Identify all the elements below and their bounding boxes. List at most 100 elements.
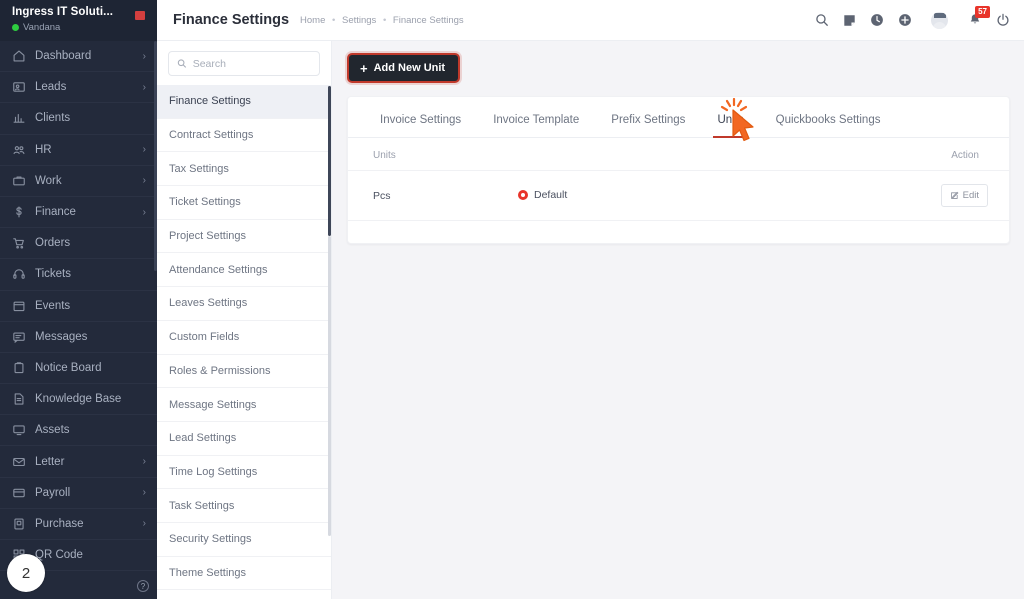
power-icon[interactable]: [996, 13, 1010, 27]
status-badge-label: Default: [534, 188, 568, 201]
sidebar-item-orders[interactable]: Orders: [0, 228, 157, 260]
settings-scrollbar-thumb[interactable]: [327, 86, 331, 236]
breadcrumb-home[interactable]: Home: [300, 15, 325, 26]
sidebar-item-label: Notice Board: [35, 361, 102, 374]
sidebar-item-label: Letter: [35, 455, 65, 468]
sidebar-item-letter[interactable]: Letter ›: [0, 446, 157, 478]
sidebar-item-knowledge-base[interactable]: Knowledge Base: [0, 384, 157, 416]
wallet-icon: [12, 486, 31, 500]
sidebar-item-finance[interactable]: Finance ›: [0, 197, 157, 229]
tab-prefix-settings[interactable]: Prefix Settings: [595, 114, 701, 137]
sidebar-header: Ingress IT Soluti... Vandana: [0, 0, 157, 41]
breadcrumb-separator: •: [382, 14, 387, 26]
tab-quickbooks-settings[interactable]: Quickbooks Settings: [760, 114, 897, 137]
settings-item-project-settings[interactable]: Project Settings: [157, 220, 331, 254]
settings-item-attendance-settings[interactable]: Attendance Settings: [157, 253, 331, 288]
tab-invoice-settings[interactable]: Invoice Settings: [366, 114, 477, 137]
plus-circle-icon[interactable]: [898, 13, 912, 27]
headset-icon: [12, 267, 31, 281]
note-icon[interactable]: [843, 14, 856, 27]
clipboard-icon: [12, 361, 31, 375]
breadcrumb-current: Finance Settings: [392, 14, 464, 26]
sidebar-item-payroll[interactable]: Payroll ›: [0, 478, 157, 509]
settings-item-security-settings[interactable]: Security Settings: [157, 523, 331, 557]
sidebar-item-purchase[interactable]: Purchase ›: [0, 509, 157, 540]
monitor-icon: [12, 423, 31, 437]
settings-item-contract-settings[interactable]: Contract Settings: [157, 119, 331, 153]
status-badge: Default: [518, 189, 567, 201]
home-icon: [12, 49, 31, 63]
settings-item-leaves-settings[interactable]: Leaves Settings: [157, 287, 331, 321]
column-header-action: Action: [723, 138, 1009, 171]
plus-icon: +: [360, 60, 368, 76]
column-header-blank: [518, 138, 724, 171]
sidebar-item-dashboard[interactable]: Dashboard ›: [0, 41, 157, 73]
sidebar-item-label: Assets: [35, 424, 70, 437]
main-sidebar: Ingress IT Soluti... Vandana Dashboard › L…: [0, 0, 157, 599]
settings-scrollbar-track[interactable]: [327, 236, 331, 536]
breadcrumb: Home • Settings • Finance Settings: [298, 15, 466, 26]
sidebar-item-label: Payroll: [35, 486, 71, 499]
sidebar-item-hr[interactable]: HR ›: [0, 135, 157, 166]
units-table: Units Action Pcs Default Edit: [348, 138, 1009, 221]
tab-invoice-template[interactable]: Invoice Template: [477, 114, 595, 137]
add-new-unit-button[interactable]: + Add New Unit: [347, 53, 461, 83]
help-circle-icon[interactable]: ?: [137, 580, 149, 592]
settings-item-task-settings[interactable]: Task Settings: [157, 489, 331, 523]
units-table-head: Units Action: [348, 138, 1009, 171]
sidebar-item-messages[interactable]: Messages: [0, 322, 157, 353]
settings-item-roles-permissions[interactable]: Roles & Permissions: [157, 355, 331, 389]
settings-item-label: Lead Settings: [169, 432, 237, 445]
settings-item-custom-fields[interactable]: Custom Fields: [157, 321, 331, 355]
settings-item-theme-settings[interactable]: Theme Settings: [157, 557, 331, 591]
units-card: Invoice Settings Invoice Template Prefix S…: [347, 96, 1010, 244]
chevron-right-icon: ›: [142, 144, 146, 156]
settings-item-label: Contract Settings: [169, 129, 254, 142]
record-dot-icon: [518, 189, 528, 200]
search-icon[interactable]: [815, 13, 829, 27]
settings-item-ticket-settings[interactable]: Ticket Settings: [157, 186, 331, 220]
settings-item-label: Security Settings: [169, 533, 252, 546]
breadcrumb-settings[interactable]: Settings: [342, 15, 376, 26]
breadcrumb-separator: •: [332, 14, 336, 26]
sidebar-item-notice-board[interactable]: Notice Board: [0, 353, 157, 385]
envelope-icon: [12, 455, 31, 469]
bell-icon[interactable]: 57: [968, 6, 990, 27]
cell-unit-name: Pcs: [348, 170, 518, 221]
username-label: Vandana: [23, 22, 61, 33]
settings-item-lead-settings[interactable]: Lead Settings: [157, 422, 331, 456]
card-footer: [348, 221, 1009, 243]
main-nav: Dashboard › Leads › Clients HR › Work › Finance › O…: [0, 41, 157, 599]
sidebar-item-label: Purchase: [35, 517, 84, 530]
sidebar-item-label: QR Code: [35, 549, 83, 562]
sidebar-item-leads[interactable]: Leads ›: [0, 72, 157, 104]
sidebar-item-assets[interactable]: Assets: [0, 415, 157, 447]
settings-item-time-log-settings[interactable]: Time Log Settings: [157, 456, 331, 490]
settings-list: Finance Settings Contract Settings Tax Set…: [157, 85, 331, 591]
search-input[interactable]: [192, 57, 311, 70]
settings-item-label: Ticket Settings: [169, 196, 241, 209]
sidebar-item-label: HR: [35, 143, 52, 156]
settings-item-label: Roles & Permissions: [169, 364, 271, 377]
settings-item-message-settings[interactable]: Message Settings: [157, 388, 331, 422]
settings-item-label: Finance Settings: [169, 95, 251, 108]
settings-item-label: Message Settings: [169, 398, 257, 411]
settings-item-tax-settings[interactable]: Tax Settings: [157, 152, 331, 187]
settings-search-box[interactable]: [168, 51, 320, 76]
sidebar-item-events[interactable]: Events: [0, 291, 157, 322]
topbar-icons: 57: [815, 6, 1010, 29]
sidebar-item-tickets[interactable]: Tickets: [0, 259, 157, 291]
settings-item-finance-settings[interactable]: Finance Settings: [157, 85, 331, 119]
tab-units[interactable]: Units: [701, 114, 759, 138]
sidebar-item-clients[interactable]: Clients: [0, 103, 157, 135]
user-avatar[interactable]: [931, 11, 948, 29]
brand-logo: [135, 11, 147, 20]
sidebar-item-work[interactable]: Work ›: [0, 166, 157, 197]
sidebar-item-label: Work: [35, 174, 62, 187]
shopping-cart-icon: [12, 236, 31, 250]
edit-button[interactable]: Edit: [940, 184, 988, 207]
clock-icon[interactable]: [870, 13, 884, 27]
avatar: [931, 11, 948, 29]
edit-pencil-icon: [950, 191, 959, 199]
sidebar-item-label: Events: [35, 299, 71, 312]
